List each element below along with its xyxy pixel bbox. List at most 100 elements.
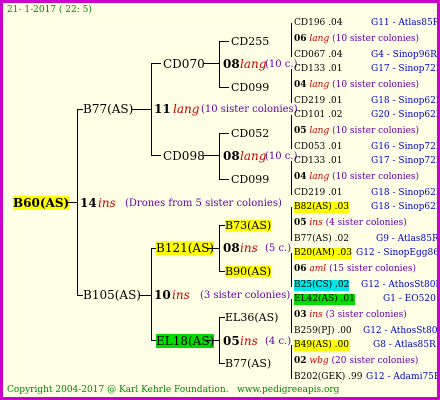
- gen4-ref: G20 - Sinop62R: [371, 110, 440, 120]
- gen1-bottom-queen[interactable]: B105(AS): [83, 288, 141, 302]
- connector: [131, 109, 151, 110]
- gen4-num: 02: [294, 356, 307, 366]
- gen4-ref: G1 - EO520: [383, 294, 436, 304]
- connector: [203, 155, 219, 156]
- connector: [291, 23, 292, 57]
- gen2-cd070-num: 08: [223, 57, 240, 71]
- gen4-queen[interactable]: CD219 .01: [294, 188, 342, 199]
- gen4-ref: G9 - Atlas85R: [376, 234, 439, 244]
- connector: [151, 248, 152, 341]
- connector: [151, 63, 161, 64]
- gen4-num: 04: [294, 172, 307, 182]
- connector: [139, 295, 151, 296]
- gen4-queen[interactable]: B202(GEK) .99: [294, 372, 362, 383]
- gen4-ref: G18 - Sinop62R: [371, 202, 440, 212]
- gen2-cd070-queen[interactable]: CD070: [163, 57, 205, 71]
- gen4-ref: G16 - Sinop72R: [371, 142, 440, 152]
- connector: [207, 248, 219, 249]
- gen4-ref: G18 - Sinop62R: [371, 96, 440, 106]
- gen3-queen[interactable]: B90(AS): [225, 266, 272, 277]
- gen2-el18-queen[interactable]: EL18(AS): [156, 334, 215, 348]
- connector: [291, 115, 292, 149]
- gen1-top-desc: (10 sister colonies): [201, 104, 298, 115]
- gen2-b121-label: ins: [240, 241, 258, 255]
- gen3-queen[interactable]: CD099: [231, 82, 269, 93]
- connector: [219, 133, 229, 134]
- connector: [291, 299, 292, 333]
- gen4-num: 06: [294, 34, 307, 44]
- gen4-queen[interactable]: CD067 .04: [294, 50, 342, 61]
- root-num: 14: [80, 196, 97, 210]
- gen4-desc: (20 sister colonies): [331, 356, 419, 366]
- gen2-b121-queen[interactable]: B121(AS): [156, 241, 214, 255]
- gen4-queen[interactable]: CD133 .01: [294, 156, 342, 167]
- gen4-ref: G4 - Sinop96R: [371, 50, 437, 60]
- connector: [219, 225, 220, 272]
- connector: [77, 109, 78, 296]
- connector: [291, 69, 292, 103]
- connector: [219, 41, 229, 42]
- gen4-queen[interactable]: B77(AS) .02: [294, 234, 349, 245]
- pedigree-frame: 21- 1-2017 ( 22: 5) Copyright 2004-2017 …: [0, 0, 440, 400]
- gen4-queen[interactable]: CD053 .01: [294, 142, 342, 153]
- gen1-top-label: lang: [173, 102, 200, 116]
- copyright-text: Copyright 2004-2017 @ Karl Kehrle Founda…: [7, 385, 340, 395]
- gen4-ref: G12 - AthosSt80R: [361, 280, 440, 290]
- gen1-bottom-num: 10: [154, 288, 171, 302]
- gen2-cd098-num: 08: [223, 149, 240, 163]
- gen4-num: 05: [294, 126, 307, 136]
- gen3-queen[interactable]: CD052: [231, 128, 269, 139]
- gen4-queen[interactable]: B20(AM) .03: [294, 248, 352, 259]
- gen4-ref: G17 - Sinop72R: [371, 156, 440, 166]
- connector: [151, 63, 152, 156]
- connector: [219, 133, 220, 180]
- gen3-queen[interactable]: EL36(AS): [225, 312, 278, 323]
- gen4-queen[interactable]: B49(AS) .00: [294, 340, 349, 351]
- gen1-top-queen[interactable]: B77(AS): [83, 102, 133, 116]
- gen4-desc: (15 sister colonies): [329, 264, 416, 274]
- gen1-bottom-label: ins: [172, 288, 190, 302]
- gen1-bottom-desc: (3 sister colonies): [200, 290, 291, 301]
- gen2-cd098-queen[interactable]: CD098: [163, 149, 205, 163]
- connector: [291, 253, 292, 287]
- gen4-desc: (3 sister colonies): [325, 310, 407, 320]
- gen4-desc: (4 sister colonies): [325, 218, 407, 228]
- gen4-ref: G8 - Atlas85R: [373, 340, 436, 350]
- gen3-queen[interactable]: CD255: [231, 36, 269, 47]
- gen3-queen[interactable]: CD099: [231, 174, 269, 185]
- gen4-label: lang: [309, 34, 330, 44]
- connector: [206, 340, 219, 341]
- connector: [219, 317, 220, 364]
- gen4-queen[interactable]: CD219 .01: [294, 96, 342, 107]
- connector: [291, 345, 292, 379]
- gen4-label: ins: [309, 310, 323, 320]
- gen3-queen[interactable]: B77(AS): [225, 358, 271, 369]
- gen4-ref: G12 - Adami75R: [366, 372, 440, 382]
- gen3-queen[interactable]: B73(AS): [225, 220, 272, 231]
- gen4-queen[interactable]: B82(AS) .03: [294, 202, 349, 213]
- gen4-ref: G12 - SinopEgg86R: [356, 248, 440, 258]
- root-queen[interactable]: B60(AS): [13, 196, 70, 210]
- gen2-b121-desc: (5 c.): [265, 243, 292, 254]
- connector: [219, 179, 229, 180]
- gen4-num: 06: [294, 264, 307, 274]
- gen4-label: ins: [309, 218, 323, 228]
- gen2-el18-num: 05: [223, 334, 240, 348]
- gen4-queen[interactable]: CD133 .01: [294, 64, 342, 75]
- gen2-cd098-label: lang: [240, 149, 267, 163]
- gen2-cd070-desc: (10 c.): [265, 59, 298, 70]
- gen4-queen[interactable]: B259(PJ) .00: [294, 326, 352, 337]
- gen4-label: lang: [309, 80, 330, 90]
- connector: [219, 87, 229, 88]
- gen4-ref: G18 - Sinop62R: [371, 188, 440, 198]
- root-label: ins: [98, 196, 116, 210]
- gen4-queen[interactable]: B25(CS) .02: [294, 280, 350, 291]
- gen4-num: 04: [294, 80, 307, 90]
- gen4-queen[interactable]: EL42(AS) .01: [294, 294, 355, 305]
- gen2-cd070-label: lang: [240, 57, 267, 71]
- gen2-cd098-desc: (10 c.): [265, 151, 298, 162]
- gen4-queen[interactable]: CD101 .02: [294, 110, 342, 121]
- gen1-top-num: 11: [154, 102, 171, 116]
- gen4-num: 05: [294, 218, 307, 228]
- gen4-queen[interactable]: CD196 .04: [294, 18, 342, 29]
